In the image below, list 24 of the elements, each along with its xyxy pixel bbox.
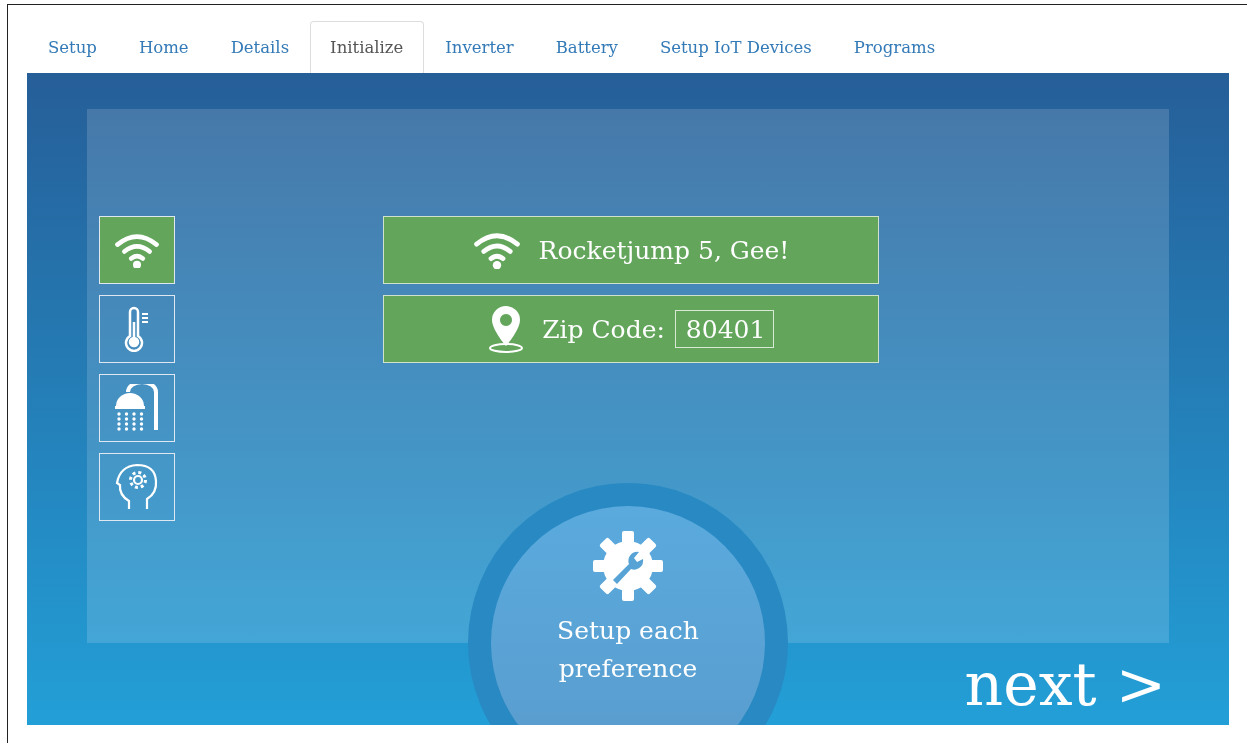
setup-button[interactable]: Setup each preference: [491, 506, 765, 725]
gear-wrench-icon: [593, 530, 663, 602]
tab[interactable]: Setup IoT Devices: [638, 21, 833, 73]
wifi-icon: [472, 230, 521, 270]
tab[interactable]: Details: [209, 21, 311, 73]
zip-code-field[interactable]: 80401: [674, 310, 774, 348]
sidebar-button[interactable]: [99, 295, 175, 363]
tab[interactable]: Setup: [27, 21, 118, 73]
shower-icon: [114, 384, 160, 432]
tab[interactable]: Inverter: [424, 21, 535, 73]
tab[interactable]: Home: [117, 21, 210, 73]
tab[interactable]: Battery: [534, 21, 639, 73]
head-gear-icon: [115, 463, 159, 511]
tab[interactable]: Initialize: [310, 21, 425, 73]
sidebar-button[interactable]: [99, 453, 175, 521]
network-name: Rocketjump 5, Gee!: [538, 235, 790, 265]
network-bar[interactable]: Rocketjump 5, Gee!: [383, 216, 879, 284]
next-link[interactable]: next >: [964, 654, 1166, 714]
wifi-icon: [114, 231, 160, 269]
zip-label: Zip Code:: [542, 314, 665, 344]
tab[interactable]: Programs: [832, 21, 957, 73]
sidebar-button[interactable]: [99, 216, 175, 284]
location-pin-icon: [488, 304, 525, 354]
sidebar-button[interactable]: [99, 374, 175, 442]
